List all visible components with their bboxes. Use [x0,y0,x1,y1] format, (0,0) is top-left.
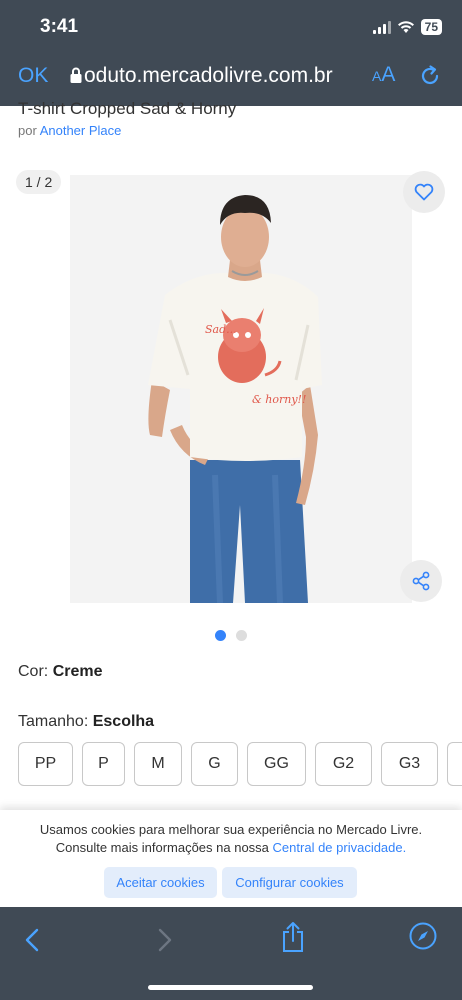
share-sheet-icon[interactable] [280,921,306,958]
reader-settings-button[interactable]: AA [372,63,395,87]
share-icon [412,571,430,591]
size-option-g[interactable]: G [191,742,238,786]
compass-icon[interactable] [409,922,437,955]
status-time: 3:41 [40,16,79,37]
configure-cookies-button[interactable]: Configurar cookies [222,867,357,898]
size-option-g2[interactable]: G2 [315,742,372,786]
product-title: T-shirt Cropped Sad & Horny [18,99,237,118]
cookie-banner: Usamos cookies para melhorar sua experiê… [0,810,462,907]
product-byline: por Another Place [18,123,122,138]
cookie-message: Usamos cookies para melhorar sua experiê… [39,822,423,855]
color-value: Creme [52,663,103,680]
brand-link[interactable]: Another Place [40,123,122,138]
size-option-gg[interactable]: GG [247,742,306,786]
lock-icon [70,67,82,89]
carousel-dot[interactable] [236,630,247,641]
cookie-actions: Aceitar cookies Configurar cookies [104,867,357,898]
battery-indicator: 75 [420,19,442,35]
browser-top-bar: 3:41 75 OK oduto.mercadolivre.com.br AA [0,0,462,106]
back-icon[interactable] [22,927,42,958]
cellular-signal-icon [372,20,391,34]
carousel-dot[interactable] [215,630,226,641]
forward-icon[interactable] [155,927,175,958]
size-option-pp[interactable]: PP [18,742,73,786]
size-value: Escolha [92,713,155,730]
address-bar[interactable]: oduto.mercadolivre.com.br [84,64,356,88]
share-button[interactable] [400,560,442,602]
size-option-m[interactable]: M [134,742,182,786]
print-text-horny: & horny!! [252,393,306,406]
wifi-icon [397,20,415,34]
image-counter: 1 / 2 [16,170,62,194]
size-option-g3[interactable]: G3 [381,742,438,786]
status-icons: 75 [372,19,442,35]
size-options: PP P M G GG G2 G3 [18,742,462,786]
carousel-dots[interactable] [215,630,247,641]
home-indicator[interactable] [148,985,313,990]
favorite-button[interactable] [403,171,445,213]
reload-icon[interactable] [418,64,442,93]
done-button[interactable]: OK [18,64,48,88]
print-text-sad: Sad... [205,323,237,336]
product-image[interactable]: Sad... & horny!! [70,175,412,603]
accept-cookies-button[interactable]: Aceitar cookies [104,867,217,898]
privacy-link[interactable]: Central de privacidade. [273,840,407,855]
color-selector: Cor: Creme [18,663,103,680]
heart-icon [414,183,434,201]
size-label-row: Tamanho: Escolha [18,713,155,730]
size-option-p[interactable]: P [82,742,125,786]
size-option-more[interactable] [447,742,462,786]
